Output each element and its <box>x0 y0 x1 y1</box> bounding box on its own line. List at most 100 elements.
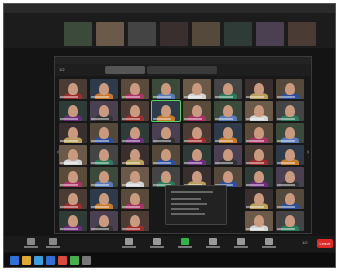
leave-button[interactable]: Leave <box>317 239 333 248</box>
participant-tile[interactable] <box>276 101 304 121</box>
participant-tile[interactable] <box>183 145 211 165</box>
participant-video <box>223 83 233 95</box>
participant-tile[interactable] <box>121 189 149 209</box>
taskbar-app-icon[interactable] <box>82 256 91 265</box>
participant-tile[interactable] <box>245 123 273 143</box>
participant-tile[interactable] <box>59 123 87 143</box>
participant-tile[interactable] <box>152 123 180 143</box>
record-icon <box>209 238 217 245</box>
participant-tile[interactable] <box>90 101 118 121</box>
participant-tile[interactable] <box>59 101 87 121</box>
participant-tile[interactable] <box>90 189 118 209</box>
participant-video <box>130 193 140 205</box>
participant-video <box>130 171 140 183</box>
participant-video <box>99 171 109 183</box>
participant-tile[interactable] <box>245 167 273 187</box>
participant-tile[interactable] <box>276 167 304 187</box>
participant-name <box>277 118 295 120</box>
record-button[interactable] <box>206 238 220 250</box>
participant-tile[interactable] <box>121 123 149 143</box>
participant-video <box>254 83 264 95</box>
participant-tile[interactable] <box>276 123 304 143</box>
panel-line <box>171 208 199 210</box>
participant-tile[interactable] <box>121 167 149 187</box>
reactions-button[interactable] <box>234 238 248 250</box>
participant-tile[interactable] <box>59 79 87 99</box>
participant-tile[interactable] <box>183 123 211 143</box>
participant-tile[interactable] <box>183 79 211 99</box>
strip-participant-tile <box>288 22 316 46</box>
participants-button[interactable] <box>122 238 136 250</box>
taskbar-app-icon[interactable] <box>46 256 55 265</box>
participant-video <box>130 127 140 139</box>
participant-tile[interactable] <box>214 167 242 187</box>
participant-tile[interactable] <box>214 145 242 165</box>
participant-tile[interactable] <box>90 211 118 231</box>
participant-video <box>285 83 295 95</box>
participant-tile[interactable] <box>59 145 87 165</box>
participant-tile[interactable] <box>245 145 273 165</box>
participant-name <box>277 96 295 98</box>
participant-name <box>184 140 202 142</box>
participant-tile[interactable] <box>245 189 273 209</box>
participant-tile[interactable] <box>245 79 273 99</box>
participant-tile[interactable] <box>121 79 149 99</box>
participant-tile[interactable] <box>245 101 273 121</box>
participant-video <box>68 149 78 161</box>
participant-video <box>99 83 109 95</box>
participant-tile[interactable] <box>90 145 118 165</box>
taskbar-app-icon[interactable] <box>10 256 19 265</box>
participant-video <box>285 105 295 117</box>
participant-tile[interactable] <box>245 211 273 231</box>
participant-video <box>130 149 140 161</box>
participant-tile[interactable] <box>121 101 149 121</box>
participant-tile[interactable] <box>276 79 304 99</box>
participant-tile[interactable] <box>214 123 242 143</box>
recording-banner <box>147 66 217 74</box>
page-indicator-bottom: 1/2 <box>302 240 308 245</box>
taskbar-app-icon[interactable] <box>70 256 79 265</box>
video-button[interactable] <box>46 238 60 250</box>
participant-video <box>285 215 295 227</box>
participant-tile[interactable] <box>59 211 87 231</box>
participant-video <box>254 149 264 161</box>
strip-participant-tile <box>128 22 156 46</box>
participant-video <box>254 193 264 205</box>
strip-participant-tile <box>64 22 92 46</box>
participant-tile[interactable] <box>183 101 211 121</box>
participant-video <box>192 127 202 139</box>
share-screen-button[interactable] <box>178 238 192 250</box>
participant-name <box>184 96 202 98</box>
participant-tile[interactable] <box>152 79 180 99</box>
participant-tile[interactable] <box>152 167 180 187</box>
participant-name <box>215 162 233 164</box>
participant-tile[interactable] <box>183 167 211 187</box>
background-window-titlebar <box>4 4 335 13</box>
strip-participant-tile <box>256 22 284 46</box>
strip-participant-tile <box>192 22 220 46</box>
taskbar-app-icon[interactable] <box>22 256 31 265</box>
participant-tile[interactable] <box>151 100 181 122</box>
taskbar-app-icon[interactable] <box>58 256 67 265</box>
participant-tile[interactable] <box>59 167 87 187</box>
participant-tile[interactable] <box>276 189 304 209</box>
taskbar-app-icon[interactable] <box>34 256 43 265</box>
participant-tile[interactable] <box>214 101 242 121</box>
participant-tile[interactable] <box>90 79 118 99</box>
meeting-info-tab[interactable] <box>105 66 145 74</box>
more-button[interactable] <box>262 238 276 250</box>
participant-tile[interactable] <box>121 211 149 231</box>
participant-tile[interactable] <box>276 211 304 231</box>
participant-tile[interactable] <box>59 189 87 209</box>
mute-button[interactable] <box>24 238 38 250</box>
participant-tile[interactable] <box>90 123 118 143</box>
participant-name <box>122 228 140 230</box>
participant-tile[interactable] <box>276 145 304 165</box>
participant-tile[interactable] <box>214 79 242 99</box>
participant-tile[interactable] <box>152 145 180 165</box>
participant-tile[interactable] <box>121 145 149 165</box>
chat-overlay-panel[interactable] <box>165 185 227 225</box>
chat-button[interactable] <box>150 238 164 250</box>
participant-name <box>91 184 109 186</box>
participant-tile[interactable] <box>90 167 118 187</box>
